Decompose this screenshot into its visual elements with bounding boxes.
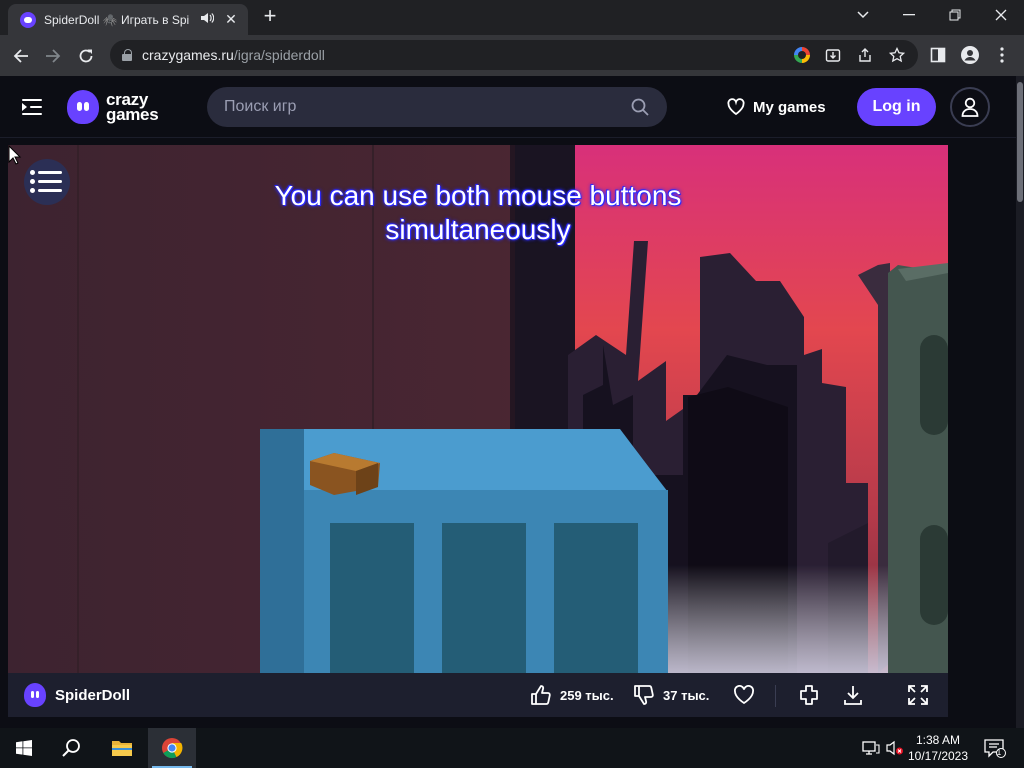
crazygames-logo[interactable]: crazy games [67,88,171,126]
dislike-button[interactable]: 37 тыс. [633,683,709,707]
profile-icon[interactable] [956,41,984,69]
page-scrollbar[interactable] [1016,76,1024,728]
game-hint-text: You can use both mouse buttons simultane… [274,180,682,245]
notification-count-badge: 1 [996,748,1002,757]
lock-icon[interactable] [122,49,132,61]
tab-search-button[interactable] [840,0,886,30]
window-close-button[interactable] [978,0,1024,30]
share-icon[interactable] [855,45,875,65]
game-search-box [207,87,667,127]
taskbar-search-icon [62,739,80,757]
my-games-label: My games [753,98,826,116]
game-toolbar: SpiderDoll 259 тыс. 37 тыс. [8,673,948,717]
back-button[interactable] [6,41,36,71]
user-account-button[interactable] [950,87,990,127]
tab-close-icon[interactable]: ✕ [222,11,240,28]
crazygames-mascot-icon [24,683,46,707]
reload-button[interactable] [71,41,101,71]
start-button[interactable] [0,728,48,768]
tab-title: SpiderDoll 🕷️ Играть в Spi [44,12,190,27]
fullscreen-icon[interactable] [906,683,930,707]
windows-taskbar: 1:38 AM 10/17/2023 1 [0,728,1024,768]
login-button[interactable]: Log in [857,88,936,126]
url-path: /igra/spiderdoll [233,47,325,63]
game-title: SpiderDoll [55,687,131,704]
logo-mascot-icon [67,90,99,124]
clock-date: 10/17/2023 [907,749,969,763]
search-input[interactable] [224,98,614,116]
sidebar-toggle-icon[interactable] [22,96,44,118]
windows-logo-icon [16,740,32,756]
forward-button[interactable] [38,41,68,71]
page-below-game [0,717,1016,728]
scrollbar-thumb[interactable] [1017,82,1023,202]
thumbs-up-icon [531,685,551,705]
dislike-count: 37 тыс. [663,687,710,703]
window-minimize-button[interactable] [886,0,932,30]
search-button[interactable] [48,728,96,768]
speaker-icon[interactable] [200,12,215,27]
game-canvas[interactable]: You can use both mouse buttons simultane… [8,145,948,673]
network-icon[interactable] [861,738,881,758]
browser-tab-active[interactable]: SpiderDoll 🕷️ Играть в Spi ✕ [8,4,248,35]
chrome-taskbar-button[interactable] [148,728,196,768]
side-panel-icon[interactable] [924,41,952,69]
bookmark-star-icon[interactable] [887,45,907,65]
file-explorer-button[interactable] [98,728,146,768]
game-menu-button[interactable] [24,159,70,205]
download-icon[interactable] [841,683,865,707]
clock-time: 1:38 AM [915,733,961,747]
address-bar[interactable]: crazygames.ru/igra/spiderdoll [110,40,918,70]
search-icon[interactable] [631,98,649,116]
thumbs-down-icon [634,685,654,705]
browser-tab-strip: SpiderDoll 🕷️ Играть в Spi ✕ + [0,0,1024,35]
browser-menu-icon[interactable] [988,41,1016,69]
mouse-cursor-icon [8,145,22,165]
window-restore-button[interactable] [932,0,978,30]
embed-share-icon[interactable] [797,683,821,707]
chrome-icon [162,738,183,759]
install-app-icon[interactable] [823,45,843,65]
like-button[interactable]: 259 тыс. [530,683,614,707]
volume-muted-icon[interactable] [885,738,905,758]
site-header: crazy games My games Log in [0,76,1016,138]
browser-toolbar: crazygames.ru/igra/spiderdoll [0,35,1024,76]
logo-word-games: games [106,105,159,124]
heart-icon [727,98,745,116]
toolbar-divider [775,685,776,707]
my-games-link[interactable]: My games [727,96,826,118]
crazygames-favicon-icon [20,11,36,28]
user-icon [961,97,979,117]
google-lens-icon[interactable] [792,45,812,65]
folder-icon [112,741,132,756]
like-count: 259 тыс. [560,687,614,703]
action-center-icon[interactable]: 1 [982,738,1008,758]
url-host: crazygames.ru [142,47,234,63]
new-tab-button[interactable]: + [258,5,282,29]
system-clock[interactable]: 1:38 AM 10/17/2023 [906,732,970,764]
favorite-heart-icon[interactable] [732,683,756,707]
